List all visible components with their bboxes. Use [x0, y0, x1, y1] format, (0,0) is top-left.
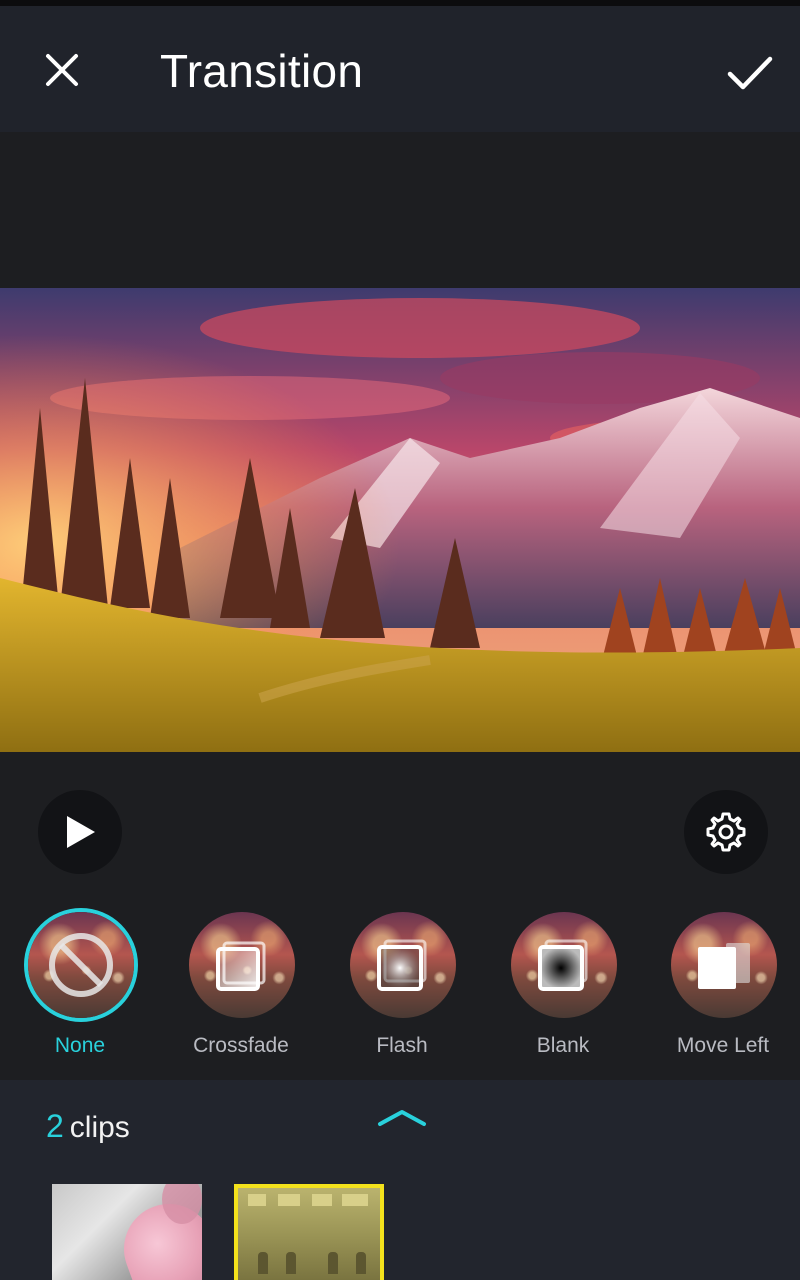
gear-icon: [706, 812, 746, 852]
no-transition-icon: [49, 933, 113, 997]
transition-flash[interactable]: Flash: [332, 910, 472, 1060]
mountain-landscape-image: [0, 288, 800, 752]
settings-button[interactable]: [684, 790, 768, 874]
checkmark-icon: [727, 56, 773, 90]
transition-list: None Crossfade Flash Blank Move Left: [0, 910, 800, 1060]
transition-crossfade[interactable]: Crossfade: [171, 910, 311, 1060]
flash-icon: [377, 939, 427, 991]
transition-thumbnail: [511, 912, 617, 1018]
clips-count: 2 clips: [46, 1108, 130, 1145]
transition-thumbnail: [350, 912, 456, 1018]
clips-panel: 2 clips: [0, 1080, 800, 1280]
page-title: Transition: [160, 45, 364, 97]
transition-thumbnail: [28, 912, 134, 1018]
move-left-icon: [698, 943, 750, 989]
close-button[interactable]: [38, 46, 86, 94]
preview-area: [0, 132, 800, 752]
play-icon: [67, 816, 95, 848]
video-preview[interactable]: [0, 288, 800, 752]
transition-thumbnail: [671, 912, 777, 1018]
transition-label: Crossfade: [193, 1034, 289, 1057]
clip-thumbnail-room[interactable]: [234, 1184, 384, 1280]
play-button[interactable]: [38, 790, 122, 874]
transition-thumbnail: [189, 912, 295, 1018]
clip-thumbnail-flower[interactable]: [52, 1184, 202, 1280]
transition-label: Flash: [376, 1034, 428, 1057]
transition-move-left[interactable]: Move Left: [653, 910, 793, 1060]
clips-count-label: clips: [69, 1111, 130, 1144]
transition-none[interactable]: None: [10, 910, 150, 1060]
top-bar: Transition: [0, 6, 800, 132]
crossfade-icon: [216, 941, 266, 991]
close-icon: [46, 54, 78, 86]
clips-count-number: 2: [46, 1108, 64, 1144]
transition-blank[interactable]: Blank: [493, 910, 633, 1060]
transition-label: Move Left: [676, 1034, 770, 1057]
controls-panel: None Crossfade Flash Blank Move Left: [0, 752, 800, 1080]
transition-label: None: [54, 1034, 106, 1057]
transition-label: Blank: [536, 1034, 590, 1057]
chevron-up-icon: [378, 1110, 426, 1126]
expand-clips-button[interactable]: [372, 1098, 432, 1138]
blank-icon: [538, 939, 588, 991]
confirm-button[interactable]: [722, 46, 778, 102]
